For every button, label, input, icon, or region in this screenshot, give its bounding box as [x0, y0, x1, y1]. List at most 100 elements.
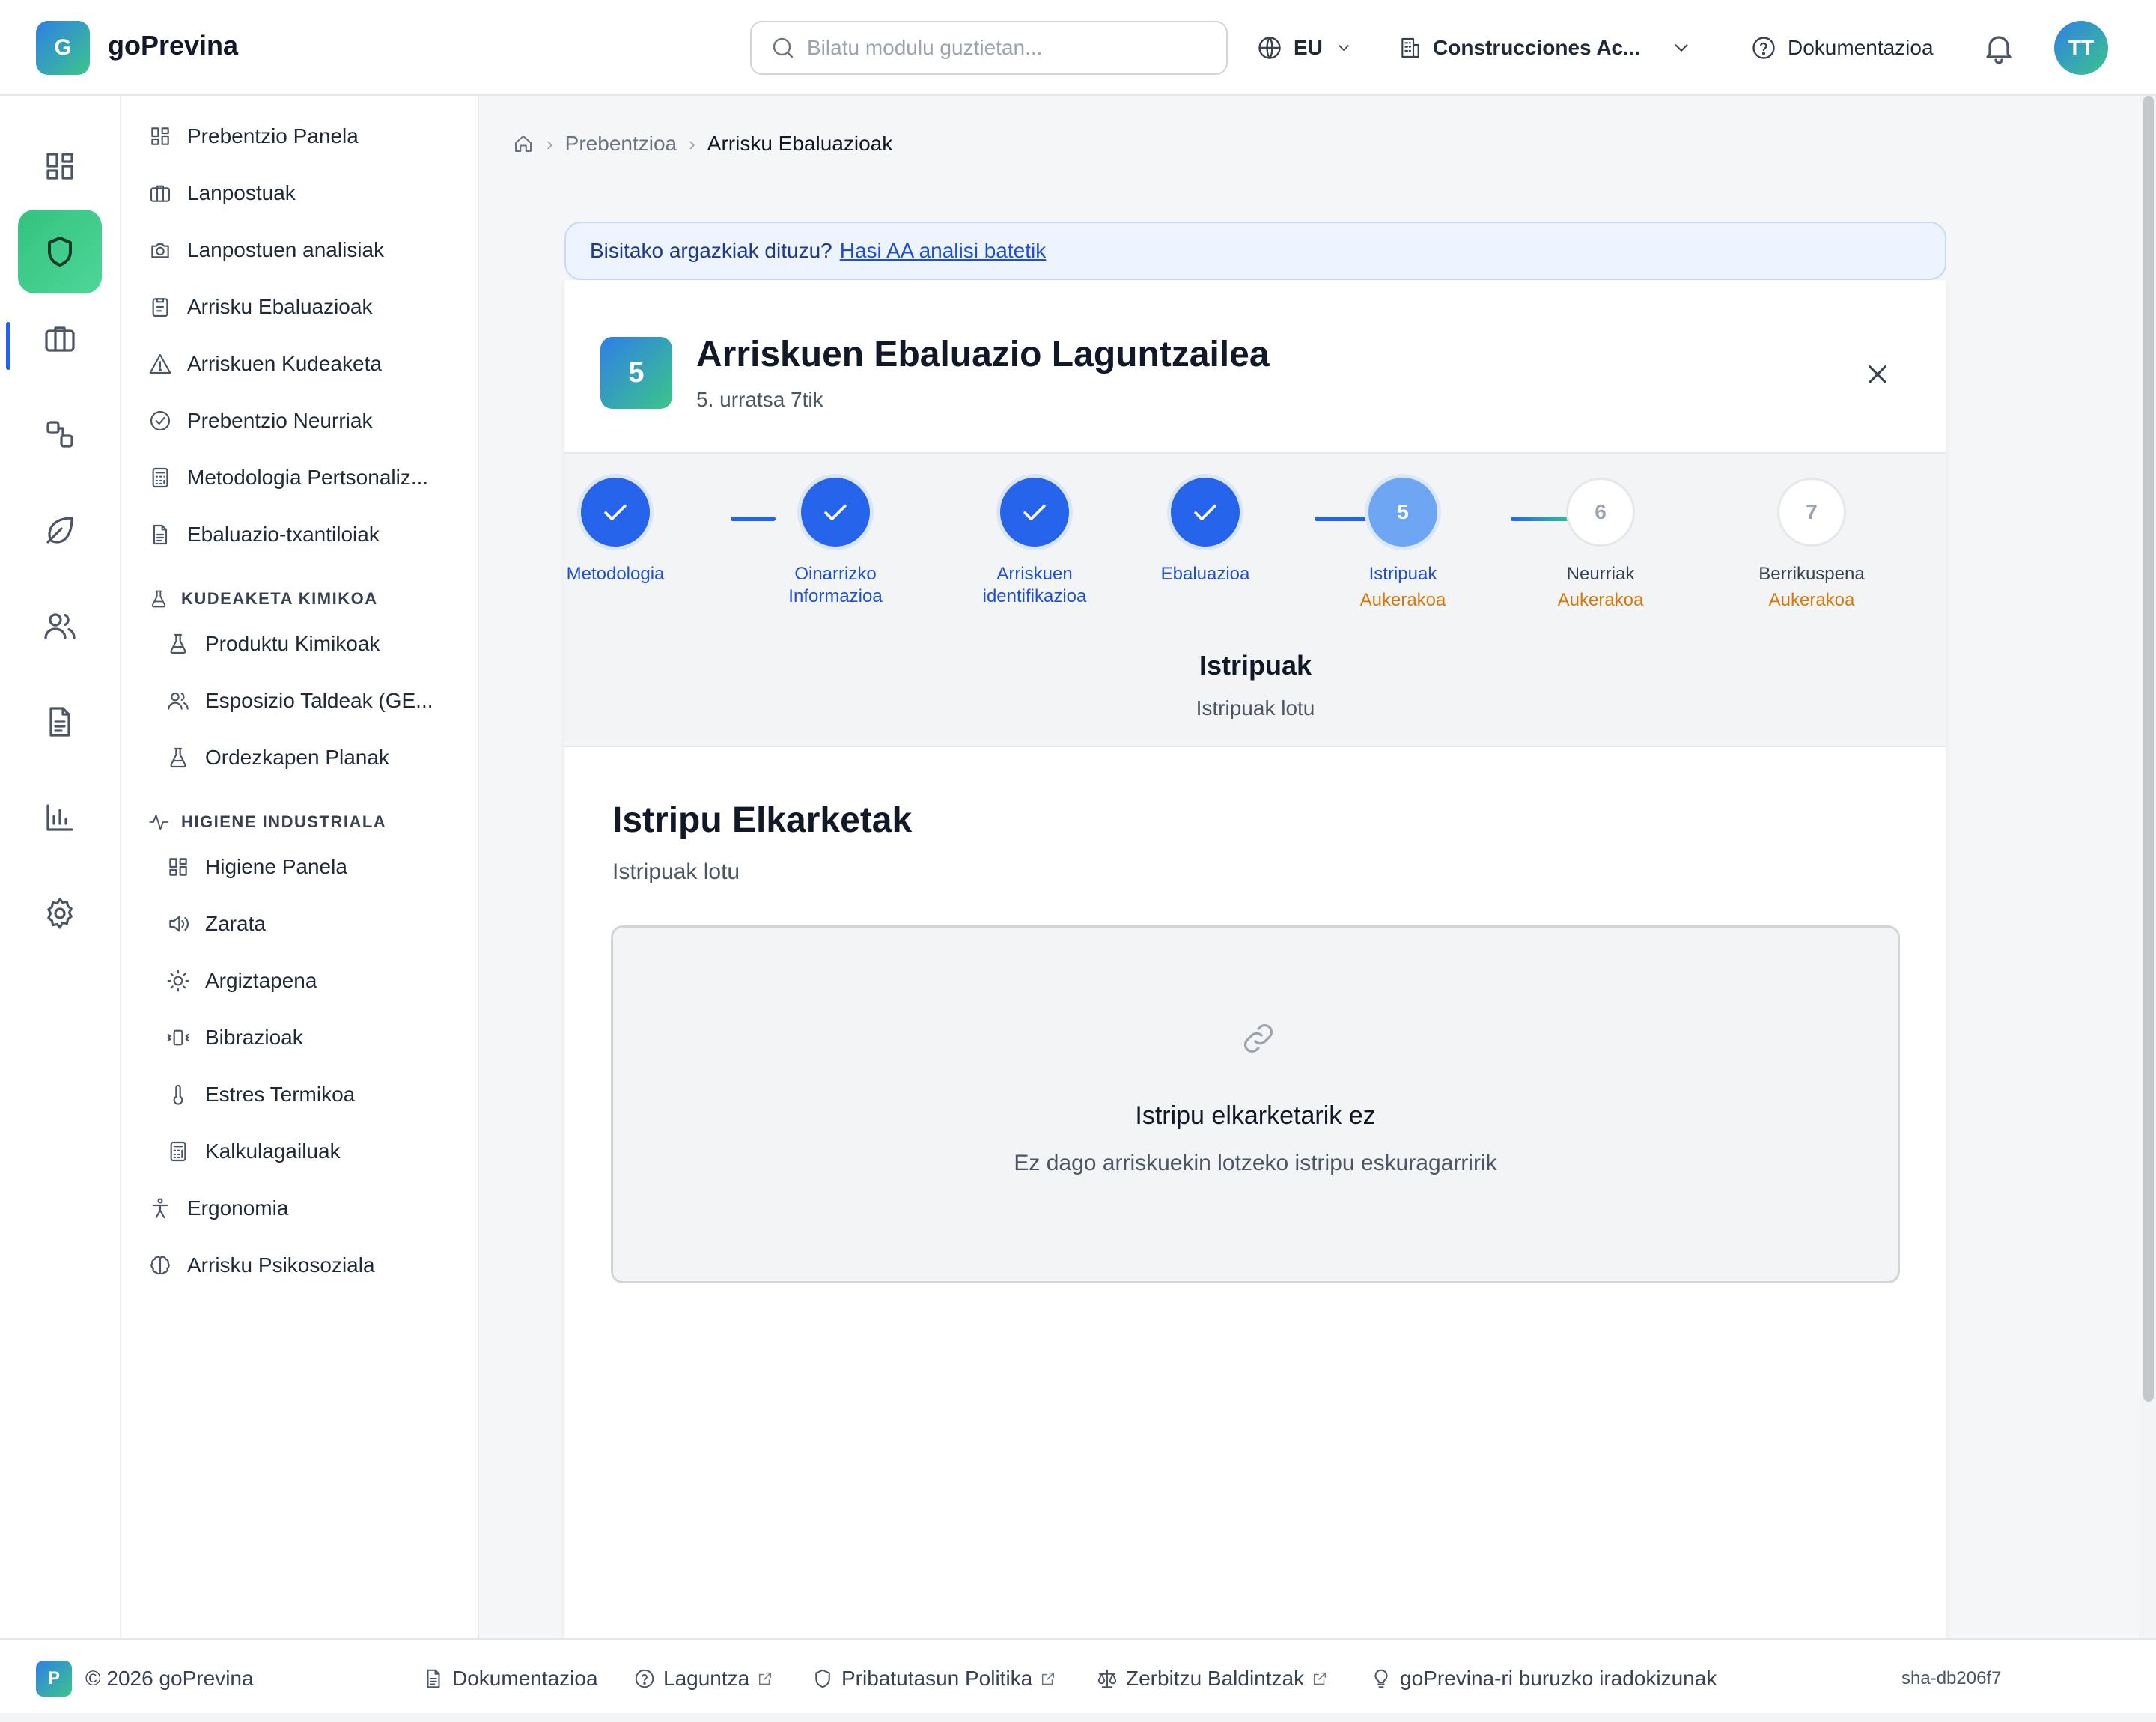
rail-workplaces[interactable]	[18, 296, 102, 380]
check-icon	[1171, 478, 1240, 547]
sidebar-item-label: Ordezkapen Planak	[205, 746, 389, 769]
chevron-down-icon	[1335, 39, 1353, 57]
bell-icon[interactable]	[1981, 30, 2017, 66]
footer-link-label: Pribatutasun Politika	[841, 1667, 1033, 1690]
sidebar-item-hygiene-panel[interactable]: Higiene Panela	[166, 855, 347, 879]
check-icon	[1000, 478, 1069, 547]
sidebar-item-noise[interactable]: Zarata	[166, 912, 266, 936]
sidebar-item-label: Produktu Kimikoak	[205, 632, 380, 655]
shield-icon	[42, 234, 78, 270]
rail-environment[interactable]	[18, 488, 102, 572]
thermometer-icon	[166, 1083, 190, 1107]
footer-suggestions-link[interactable]: goPrevina-ri buruzko iradokizunak	[1370, 1662, 1717, 1695]
document-icon	[148, 523, 172, 547]
documentation-label: Dokumentazioa	[1788, 36, 1934, 59]
warning-icon	[148, 352, 172, 376]
sidebar-item-label: Prebentzio Neurriak	[187, 409, 373, 432]
home-icon[interactable]	[512, 133, 535, 155]
step-measures[interactable]: 6 Neurriak Aukerakoa	[1511, 478, 1690, 611]
sidebar-item-psychosocial-risk[interactable]: Arrisku Psikosoziala	[148, 1253, 375, 1277]
sidebar-item-label: Higiene Panela	[205, 855, 347, 878]
empty-state-subtitle: Ez dago arriskuekin lotzeko istripu esku…	[1014, 1151, 1497, 1175]
breadcrumb-prevention[interactable]: Prebentzioa	[565, 132, 677, 156]
footer-help-link[interactable]: Laguntza	[633, 1662, 773, 1695]
briefcase-icon	[42, 320, 78, 356]
page-scrollbar[interactable]	[2140, 96, 2156, 1640]
sidebar-item-prevention-measures[interactable]: Prebentzio Neurriak	[148, 409, 372, 433]
breadcrumb-current: Arrisku Ebaluazioak	[707, 132, 893, 155]
optional-badge: Aukerakoa	[1557, 590, 1644, 610]
step-accidents[interactable]: 5 Istripuak Aukerakoa	[1313, 478, 1493, 611]
leaf-icon	[42, 512, 78, 548]
sidebar-item-workplaces[interactable]: Lanpostuak	[148, 181, 296, 205]
empty-state-title: Istripu elkarketarik ez	[1135, 1101, 1376, 1130]
sidebar-item-thermal-stress[interactable]: Estres Termikoa	[166, 1083, 355, 1107]
person-icon	[148, 1196, 172, 1220]
help-circle-icon	[1750, 34, 1777, 61]
sidebar-item-risk-management[interactable]: Arriskuen Kudeaketa	[148, 352, 382, 376]
documentation-link[interactable]: Dokumentazioa	[1750, 27, 1934, 69]
language-selector[interactable]: EU	[1256, 27, 1353, 69]
sidebar-item-risk-assessments[interactable]: Arrisku Ebaluazioak	[148, 295, 372, 319]
sidebar-item-label: Lanpostuen analisiak	[187, 238, 385, 261]
close-icon[interactable]	[1864, 361, 1891, 388]
section-title: Istripu Elkarketak	[612, 800, 913, 840]
footer-terms-link[interactable]: Zerbitzu Baldintzak	[1096, 1662, 1328, 1695]
step-risk-identification[interactable]: Arriskuen identifikazioa	[945, 478, 1124, 608]
rail-prevention[interactable]	[18, 210, 102, 293]
sidebar-item-workplace-analyses[interactable]: Lanpostuen analisiak	[148, 238, 384, 262]
breadcrumb-separator: ›	[546, 132, 553, 155]
step-review[interactable]: 7 Berrikuspena Aukerakoa	[1722, 478, 1901, 611]
step-basic-info[interactable]: Oinarrizko Informazioa	[746, 478, 925, 608]
footer-privacy-link[interactable]: Pribatutasun Politika	[811, 1662, 1056, 1695]
sidebar-item-vibrations[interactable]: Bibrazioak	[166, 1026, 303, 1050]
step-label: Oinarrizko Informazioa	[788, 564, 883, 606]
step-label: Istripuak	[1368, 564, 1437, 584]
step-label: Berrikuspena	[1758, 564, 1865, 584]
footer: P © 2026 goPrevina Dokumentazioa Laguntz…	[0, 1638, 2156, 1713]
scale-icon	[1097, 1669, 1117, 1688]
sidebar-item-exposure-groups[interactable]: Esposizio Taldeak (GE...	[166, 689, 433, 713]
rail-documents[interactable]	[18, 680, 102, 764]
step-evaluation[interactable]: Ebaluazioa	[1115, 478, 1295, 585]
sidebar-item-substitution-plans[interactable]: Ordezkapen Planak	[166, 746, 389, 770]
rail-reports[interactable]	[18, 776, 102, 860]
sidebar: Prebentzio Panela Lanpostuak Lanpostuen …	[121, 96, 479, 1638]
flask-icon	[166, 632, 190, 656]
rail-users[interactable]	[18, 584, 102, 668]
footer-documentation-link[interactable]: Dokumentazioa	[422, 1662, 598, 1695]
rail-dashboard[interactable]	[18, 124, 102, 208]
globe-icon	[1256, 34, 1283, 61]
rail-shapes[interactable]	[18, 392, 102, 476]
rail-settings[interactable]	[18, 871, 102, 955]
step-label: Neurriak	[1566, 564, 1635, 584]
camera-icon	[148, 238, 172, 262]
brain-icon	[148, 1253, 172, 1277]
users-icon	[166, 689, 190, 713]
sidebar-item-prevention-panel[interactable]: Prebentzio Panela	[148, 124, 359, 148]
sidebar-item-label: Kalkulagailuak	[205, 1140, 341, 1163]
wizard-header: 5 Arriskuen Ebaluazio Laguntzailea 5. ur…	[564, 280, 1946, 454]
search-input[interactable]	[807, 36, 1211, 60]
sidebar-item-chemical-products[interactable]: Produktu Kimikoak	[166, 632, 380, 656]
check-icon	[801, 478, 870, 547]
user-avatar[interactable]: TT	[2054, 21, 2108, 75]
company-selector[interactable]: Construcciones Ac...	[1398, 27, 1693, 69]
sidebar-item-custom-methodology[interactable]: Metodologia Pertsonaliz...	[148, 466, 428, 490]
sidebar-item-assessment-templates[interactable]: Ebaluazio-txantiloiak	[148, 523, 380, 547]
app-logo[interactable]: G	[36, 21, 90, 75]
sidebar-item-ergonomics[interactable]: Ergonomia	[148, 1196, 288, 1220]
building-icon	[1398, 36, 1422, 60]
sidebar-item-lighting[interactable]: Argiztapena	[166, 969, 317, 993]
scrollbar-thumb[interactable]	[2143, 96, 2154, 1402]
start-ai-analysis-link[interactable]: Hasi AA analisi batetik	[840, 239, 1047, 263]
step-methodology[interactable]: Metodologia	[526, 478, 705, 585]
sidebar-item-label: Ergonomia	[187, 1196, 289, 1220]
wizard-stepper: Metodologia Oinarrizko Informazioa Arris…	[564, 454, 1946, 747]
sidebar-item-calculators[interactable]: Kalkulagailuak	[166, 1140, 341, 1163]
shield-icon	[815, 1669, 830, 1688]
breadcrumb-separator: ›	[689, 132, 695, 155]
section-chemical-management: KUDEAKETA KIMIKOA	[148, 588, 378, 609]
document-icon	[427, 1669, 440, 1688]
search-box[interactable]	[750, 21, 1228, 75]
